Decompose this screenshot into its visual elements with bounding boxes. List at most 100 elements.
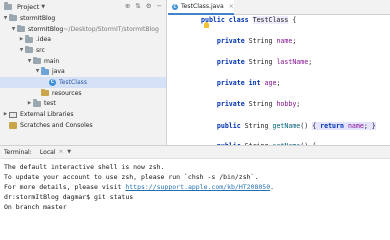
project-panel-title[interactable]: Project	[17, 3, 39, 11]
code-token: public	[201, 122, 245, 130]
terminal-line: On branch master	[4, 202, 67, 212]
chevron-right-icon[interactable]: ▶	[2, 112, 9, 117]
code-line[interactable]: private String name;	[201, 35, 296, 47]
code-token: {	[288, 16, 297, 24]
code-token: String	[244, 122, 273, 130]
target-icon[interactable]: ⊕	[125, 3, 130, 10]
terminal-line: For more details, please visit https://s…	[4, 182, 274, 192]
close-icon[interactable]: ×	[59, 149, 64, 155]
tree-item[interactable]: ▶ test	[0, 99, 166, 110]
folder-icon	[33, 99, 41, 107]
project-panel-header: Project ▼ ⊕ ⇅ ⚙ −	[0, 0, 166, 13]
code-token: return	[320, 122, 348, 130]
terminal-tool-window: Terminal: Local × ▼ The default interact…	[0, 145, 390, 212]
terminal-tab-label: Local	[39, 148, 56, 156]
code-token: lastName	[276, 58, 309, 66]
code-token: ;	[296, 100, 301, 108]
chevron-right-icon[interactable]: ▶	[26, 101, 33, 106]
tree-item[interactable]: ▶ .idea	[0, 34, 166, 45]
chevron-down-icon[interactable]: ▼	[10, 27, 17, 32]
code-token: {	[312, 122, 321, 130]
terminal-header: Terminal: Local × ▼	[0, 146, 390, 159]
folder-icon	[25, 35, 33, 43]
editor-tab-bar: C TestClass.java ×	[168, 0, 390, 15]
chevron-down-icon[interactable]: ▼	[26, 59, 33, 64]
tree-item[interactable]: resources	[0, 88, 166, 99]
folder-icon	[25, 45, 33, 54]
tree-item-label: main	[44, 57, 60, 65]
tree-item-label: src	[36, 46, 45, 54]
tree-item-label: .idea	[36, 36, 51, 44]
editor-area: C TestClass.java × public class TestClas…	[168, 0, 390, 150]
folder-icon	[9, 13, 17, 22]
code-token: ; }	[363, 122, 376, 130]
tree-item-label: Scratches and Consoles	[20, 121, 93, 129]
code-token: name	[276, 37, 293, 45]
code-line[interactable]: public class TestClass {	[201, 14, 296, 26]
terminal-link[interactable]: https://support.apple.com/kb/HT208050	[125, 183, 270, 191]
project-tool-window: Project ▼ ⊕ ⇅ ⚙ − ▼ stormItBlog ▼ stormItBlog …	[0, 0, 167, 145]
code-line[interactable]: public String getName() { return name; }	[201, 120, 376, 132]
tree-item[interactable]: ▼ java	[0, 67, 166, 78]
tree-item[interactable]: ▼ main	[0, 56, 166, 67]
tree-item-label: resources	[52, 89, 82, 97]
code-token: ;	[308, 58, 313, 66]
code-token: name	[347, 122, 364, 130]
code-token: String	[248, 58, 277, 66]
terminal-text: The default interactive shell is now zsh…	[4, 163, 165, 171]
tree-item-label: test	[44, 100, 56, 108]
project-folder-icon	[4, 2, 12, 10]
code-line[interactable]: private String lastName;	[201, 56, 312, 68]
code-token: String	[248, 37, 277, 45]
code-token: public class	[201, 16, 253, 24]
tree-item[interactable]: Scratches and Consoles	[0, 120, 166, 131]
chevron-down-icon[interactable]: ▼	[67, 149, 71, 155]
code-token: private	[201, 37, 249, 45]
terminal-line: The default interactive shell is now zsh…	[4, 162, 164, 172]
chevron-down-icon[interactable]: ▼	[34, 69, 41, 74]
class-icon: C	[172, 3, 178, 10]
settings-icon[interactable]: ⚙	[146, 3, 152, 10]
code-token: TestClass	[252, 16, 289, 24]
tree-item[interactable]: C TestClass	[0, 77, 166, 88]
code-line[interactable]: private String hobby;	[201, 98, 300, 110]
folder-icon	[17, 24, 25, 33]
code-token: ;	[276, 79, 281, 87]
terminal-tab-local[interactable]: Local ×	[40, 149, 63, 156]
code-token: getName	[272, 122, 301, 130]
tree-item-label: TestClass	[59, 79, 88, 87]
code-token: private int	[201, 79, 265, 87]
folder-icon	[41, 88, 49, 97]
tree-item[interactable]: ▼ stormItBlog	[0, 13, 166, 24]
close-icon[interactable]: ×	[229, 3, 234, 10]
tab-testclass-java[interactable]: C TestClass.java ×	[168, 0, 234, 15]
code-token: private	[201, 58, 249, 66]
chevron-right-icon[interactable]: ▶	[18, 37, 25, 42]
folder-icon	[33, 56, 41, 65]
code-token: String	[248, 100, 277, 108]
chevron-down-icon[interactable]: ▼	[41, 4, 45, 10]
code-token: ()	[300, 122, 313, 130]
collapse-icon[interactable]: ⇅	[135, 3, 140, 10]
tree-item[interactable]: ▼ stormItBlog ~/Desktop/StormIT/stormItBl…	[0, 24, 166, 35]
chevron-down-icon[interactable]: ▼	[18, 48, 25, 53]
code-token: private	[201, 100, 249, 108]
terminal-text: To update your account to use zsh, pleas…	[4, 173, 259, 181]
chevron-down-icon[interactable]: ▼	[2, 16, 9, 21]
code-token: ;	[292, 37, 297, 45]
terminal-text: For more details, please visit	[4, 183, 126, 191]
tree-item[interactable]: ▶ External Libraries	[0, 109, 166, 120]
tree-item-label: java	[52, 68, 65, 76]
project-toolbar: ⊕ ⇅ ⚙ −	[125, 3, 166, 10]
terminal-text: On branch master	[4, 203, 67, 211]
library-icon	[9, 111, 17, 118]
scratches-icon	[9, 121, 17, 129]
class-icon: C	[49, 79, 56, 87]
folder-icon	[41, 67, 49, 75]
tree-item[interactable]: ▼ src	[0, 45, 166, 56]
terminal-line: dr:stormItBlog dagmar$ git status	[4, 192, 133, 202]
tree-item-label: stormItBlog	[20, 14, 56, 22]
code-line[interactable]: private int age;	[201, 77, 281, 89]
minimize-icon[interactable]: −	[157, 3, 162, 10]
tree-item-label: External Libraries	[20, 111, 74, 119]
